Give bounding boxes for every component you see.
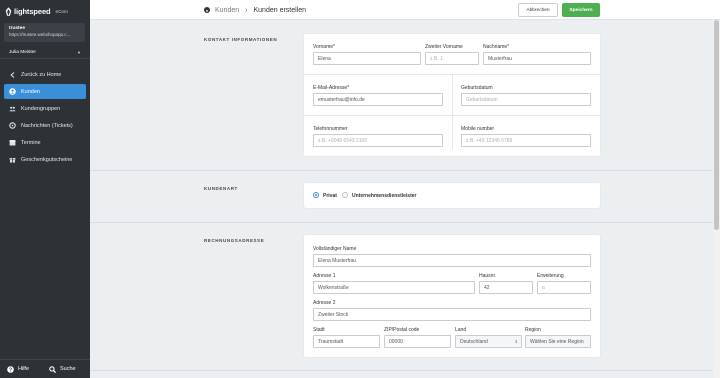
user-menu[interactable]: Julia Meister ▼ [0, 47, 90, 59]
page-scrollbar[interactable] [713, 20, 720, 378]
group-icon [9, 105, 16, 112]
sidebar-item-back-home[interactable]: Zurück zu Home [4, 67, 86, 82]
brand-name: lightspeed [14, 6, 51, 16]
breadcrumb: ● Kunden › Kunden erstellen [204, 0, 306, 20]
product-name: eCom [55, 8, 68, 14]
birthdate-label: Geburtsdatum [461, 85, 493, 91]
lastname-label: Nachname* [483, 44, 510, 50]
chevron-down-icon: ▼ [77, 50, 81, 55]
address2-label: Adresse 2 [313, 300, 336, 306]
section-title-customer-type: KUNDENART [204, 186, 238, 191]
save-button[interactable]: Speichern [562, 3, 600, 17]
sidebar-nav: Zurück zu Home Kunden Kundengruppen Nach… [4, 67, 86, 169]
sidebar-item-label: Termine [21, 139, 41, 146]
extension-label: Erweiterung [537, 273, 564, 279]
zip-field[interactable]: 00000 [384, 335, 451, 348]
house-label: Hausnr. [479, 273, 497, 279]
radio-private-label[interactable]: Privat [323, 193, 337, 199]
section-title-contact: KONTAKT INFORMATIONEN [204, 37, 278, 42]
mobile-field[interactable]: z.B. +49 12345 6789 [461, 134, 591, 147]
sidebar-item-messages[interactable]: Nachrichten (Tickets) [4, 118, 86, 133]
city-field[interactable]: Traumstadt [313, 335, 380, 348]
mobile-label: Mobile number [461, 126, 495, 132]
section-divider [90, 222, 713, 223]
country-label: Land [455, 327, 467, 333]
radio-business[interactable] [342, 192, 348, 198]
card-divider [304, 115, 600, 116]
sidebar-item-label: Zurück zu Home [21, 71, 62, 78]
radio-private[interactable] [313, 192, 319, 198]
extension-field[interactable]: a [537, 281, 591, 294]
city-label: Stadt [313, 327, 325, 333]
address1-field[interactable]: Wolkenstraße [313, 281, 475, 294]
sidebar-item-appointments[interactable]: Termine [4, 135, 86, 150]
brand-logo[interactable]: lightspeed eCom [5, 6, 85, 16]
chevron-left-icon [9, 71, 16, 78]
region-label: Region [525, 327, 541, 333]
middlename-field[interactable]: z.B. J. [425, 52, 479, 65]
flame-logo-icon [5, 6, 12, 16]
country-value: Deutschland [460, 338, 488, 345]
search-label: Suche [60, 366, 76, 372]
contact-card: Vorname* Elena Zweiter Vorname z.B. J. N… [304, 34, 600, 156]
top-bar: ● Kunden › Kunden erstellen Abbrechen Sp… [90, 0, 720, 20]
fullname-label: Vollständiger Name [313, 246, 357, 252]
calendar-icon [9, 139, 16, 146]
scrollbar-thumb[interactable] [714, 20, 719, 230]
lastname-field[interactable]: Musterfrau [483, 52, 591, 65]
sidebar-item-label: Kunden [21, 88, 40, 95]
country-select[interactable]: Deutschland ⇕ [455, 335, 522, 348]
sidebar-item-label: Kundengruppen [21, 105, 61, 112]
fullname-field[interactable]: Elena Musterfrau [313, 254, 591, 267]
messages-icon [9, 122, 16, 129]
shop-switcher[interactable]: trustee https://trustee.webshopapp.c... [4, 23, 85, 42]
section-title-billing: RECHNUNGSADRESSE [204, 238, 265, 243]
sidebar: lightspeed eCom trustee https://trustee.… [0, 0, 90, 378]
billing-card: Vollständiger Name Elena Musterfrau Adre… [304, 235, 600, 357]
firstname-field[interactable]: Elena [313, 52, 421, 65]
email-field[interactable]: emusterfrau@info.de [313, 93, 443, 106]
address1-label: Adresse 1 [313, 273, 336, 279]
customer-icon: ● [204, 7, 210, 13]
card-divider-vertical [452, 74, 453, 149]
svg-text:?: ? [9, 367, 12, 373]
shop-url: https://trustee.webshopapp.c... [9, 32, 71, 37]
user-name: Julia Meister [9, 50, 36, 55]
middlename-label: Zweiter Vorname [425, 44, 463, 50]
email-label: E-Mail-Adresse* [313, 85, 350, 91]
sidebar-item-label: Nachrichten (Tickets) [21, 122, 73, 129]
chevron-right-icon: › [245, 6, 248, 14]
search-button[interactable]: Suche [49, 365, 76, 373]
sidebar-footer: ? Hilfe Suche [0, 359, 90, 378]
zip-label: ZIP/Postal code [384, 327, 420, 333]
sidebar-item-customer-groups[interactable]: Kundengruppen [4, 101, 86, 116]
region-select[interactable]: Wählen Sie eine Region [525, 335, 591, 348]
sidebar-item-label: Geschenkgutscheine [21, 156, 73, 163]
select-arrows-icon: ⇕ [514, 339, 518, 344]
cancel-button[interactable]: Abbrechen [518, 3, 558, 17]
help-icon: ? [7, 365, 14, 373]
gift-icon [9, 156, 16, 163]
region-value: Wählen Sie eine Region [530, 338, 584, 345]
sidebar-item-gift-cards[interactable]: Geschenkgutscheine [4, 152, 86, 167]
radio-business-label[interactable]: Unternehmensdienstleister [352, 193, 416, 199]
help-label: Hilfe [18, 366, 30, 372]
customer-icon [9, 88, 16, 95]
phone-field[interactable]: z.B. +0049 6543 2100 [313, 134, 443, 147]
address2-field[interactable]: Zweiter Stock [313, 308, 591, 321]
house-field[interactable]: 42 [479, 281, 533, 294]
section-divider [90, 170, 713, 171]
page-title: Kunden erstellen [253, 6, 307, 14]
phone-label: Telefonnummer [313, 126, 348, 132]
birthdate-field[interactable]: Geburtsdatum [461, 93, 591, 106]
search-icon [49, 365, 57, 373]
sidebar-item-customers[interactable]: Kunden [4, 84, 86, 99]
customer-type-card: Privat Unternehmensdienstleister [304, 183, 600, 208]
section-divider [90, 370, 713, 371]
help-button[interactable]: ? Hilfe [7, 365, 30, 373]
firstname-label: Vorname* [313, 44, 335, 50]
breadcrumb-parent-link[interactable]: Kunden [215, 7, 239, 14]
